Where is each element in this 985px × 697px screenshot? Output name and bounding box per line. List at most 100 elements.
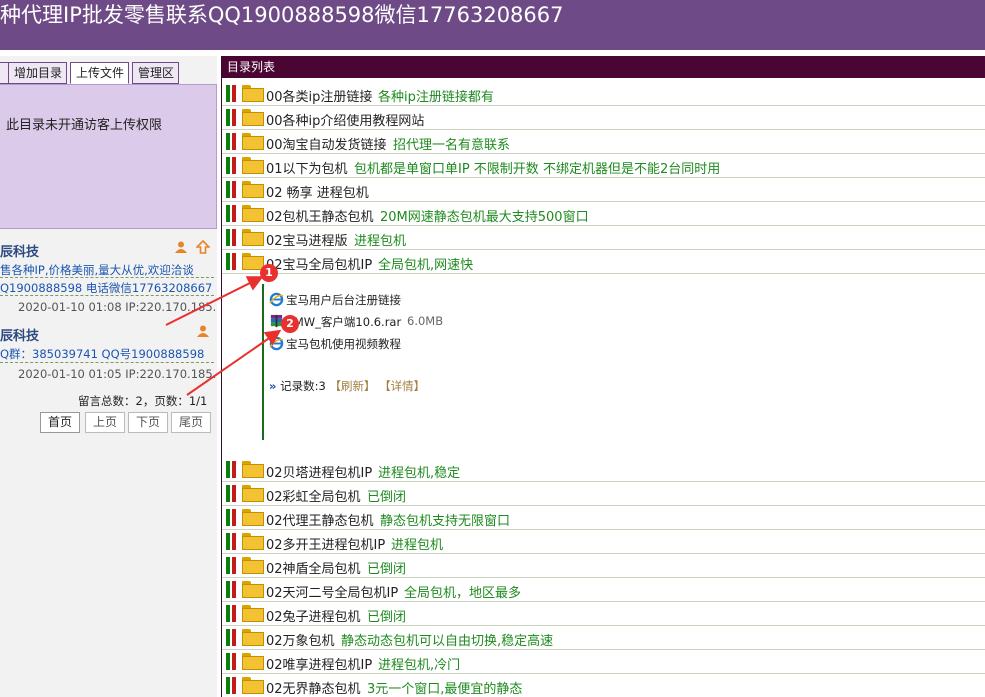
message-author: 辰科技 <box>0 245 40 260</box>
folder-row[interactable]: 00淘宝自动发货链接 招代理一名有意联系 <box>222 130 985 154</box>
folder-description: 各种ip注册链接都有 <box>378 90 494 105</box>
folder-icon[interactable] <box>242 485 264 502</box>
folder-name[interactable]: 00淘宝自动发货链接 <box>266 134 387 153</box>
folder-icon[interactable] <box>242 229 264 246</box>
folder-row[interactable]: 02包机王静态包机 20M网速静态包机最大支持500窗口 <box>222 202 985 226</box>
folder-row[interactable]: 02无界静态包机 3元一个窗口,最便宜的静态 <box>222 674 985 697</box>
folder-row[interactable]: 02宝马进程版 进程包机 <box>222 226 985 250</box>
folder-icon[interactable] <box>242 557 264 574</box>
detail-link[interactable]: 【详情】 <box>379 379 425 393</box>
tab-add-directory[interactable]: 增加目录 <box>8 62 67 84</box>
folder-row[interactable]: 02唯享进程包机IP 进程包机,冷门 <box>222 650 985 674</box>
folder-row[interactable]: 02天河二号全局包机IP 全局包机，地区最多 <box>222 578 985 602</box>
folder-name[interactable]: 02无界静态包机 <box>266 678 361 697</box>
folder-icon[interactable] <box>242 461 264 478</box>
upload-panel: 此目录未开通访客上传权限 <box>0 84 217 229</box>
folder-name[interactable]: 02贝塔进程包机IP <box>266 462 372 481</box>
folder-name[interactable]: 02天河二号全局包机IP <box>266 582 398 601</box>
arrow-up-icon[interactable] <box>196 240 210 254</box>
folder-name[interactable]: 02包机王静态包机 <box>266 206 374 225</box>
folder-icon[interactable] <box>242 157 264 174</box>
last-page-button[interactable]: 尾页 <box>171 412 211 433</box>
left-panel: 增加目录 上传文件 管理区 此目录未开通访客上传权限 辰科技 售各种IP,价格美… <box>0 56 217 697</box>
flag-icon <box>226 605 240 622</box>
file-name[interactable]: 宝马用户后台注册链接 <box>286 292 401 308</box>
next-page-button[interactable]: 下页 <box>128 412 168 433</box>
message-stats: 留言总数：2，页数：1/1 <box>78 394 208 408</box>
folder-icon[interactable] <box>242 533 264 550</box>
folder-row[interactable]: 02 畅享 进程包机 <box>222 178 985 202</box>
page-title: 种代理IP批发零售联系QQ1900888598微信17763208667 <box>0 3 564 27</box>
folder-icon[interactable] <box>242 605 264 622</box>
folder-name[interactable]: 02万象包机 <box>266 630 335 649</box>
directory-list-header: 目录列表 <box>222 56 985 78</box>
folder-icon[interactable] <box>242 581 264 598</box>
flag-icon <box>226 581 240 598</box>
message-text: Q1900888598 电话微信17763208667 <box>0 281 214 296</box>
folder-name[interactable]: 01以下为包机 <box>266 158 348 177</box>
user-icon[interactable] <box>196 324 210 338</box>
file-size: 6.0MB <box>407 314 444 328</box>
folder-icon[interactable] <box>242 85 264 102</box>
folder-description: 包机都是单窗口单IP 不限制开数 不绑定机器但是不能2台同时用 <box>354 162 721 177</box>
folder-icon[interactable] <box>242 653 264 670</box>
folder-row[interactable]: 02彩虹全局包机 已倒闭 <box>222 482 985 506</box>
first-page-button[interactable]: 首页 <box>40 412 80 433</box>
refresh-link[interactable]: 【刷新】 <box>329 379 375 393</box>
flag-icon <box>226 157 240 174</box>
record-count: 记录数:3 <box>280 379 326 393</box>
message-actions <box>170 240 210 257</box>
folder-name[interactable]: 02多开王进程包机IP <box>266 534 385 553</box>
folder-row[interactable]: 02万象包机 静态动态包机可以自由切换,稳定高速 <box>222 626 985 650</box>
prev-page-button[interactable]: 上页 <box>85 412 125 433</box>
folder-icon[interactable] <box>242 205 264 222</box>
flag-icon <box>226 85 240 102</box>
flag-icon <box>226 205 240 222</box>
file-name[interactable]: 宝马包机使用视频教程 <box>286 336 401 352</box>
folder-name[interactable]: 02兔子进程包机 <box>266 606 361 625</box>
file-name[interactable]: BMW_客户端10.6.rar <box>286 314 401 330</box>
flag-icon <box>226 677 240 694</box>
folder-name[interactable]: 02唯享进程包机IP <box>266 654 372 673</box>
folder-row[interactable]: 02多开王进程包机IP 进程包机 <box>222 530 985 554</box>
tree-line <box>262 284 264 440</box>
folder-row[interactable]: 02神盾全局包机 已倒闭 <box>222 554 985 578</box>
message-text: Q群：385039741 QQ号1900888598 <box>0 346 214 363</box>
tab-upload-file[interactable]: 上传文件 <box>70 62 129 84</box>
folder-row[interactable]: 01以下为包机 包机都是单窗口单IP 不限制开数 不绑定机器但是不能2台同时用 <box>222 154 985 178</box>
folder-name[interactable]: 02宝马全局包机IP <box>266 254 372 273</box>
folder-description: 已倒闭 <box>367 562 407 577</box>
flag-icon <box>226 653 240 670</box>
record-bar: » 记录数:3 【刷新】 【详情】 <box>269 378 425 394</box>
folder-name[interactable]: 02彩虹全局包机 <box>266 486 361 505</box>
folder-name[interactable]: 02 畅享 进程包机 <box>266 182 369 201</box>
folder-description: 进程包机 <box>354 234 407 249</box>
double-arrow-icon: » <box>269 379 277 393</box>
folder-name[interactable]: 02代理王静态包机 <box>266 510 374 529</box>
folder-row[interactable]: 02宝马全局包机IP 全局包机,网速快 <box>222 250 985 274</box>
message-timestamp: 2020-01-10 01:05 IP:220.170.185. <box>18 367 217 381</box>
annotation-marker: 1 <box>260 264 278 282</box>
folder-row[interactable]: 00各类ip注册链接 各种ip注册链接都有 <box>222 82 985 106</box>
tab-admin[interactable]: 管理区 <box>132 62 179 84</box>
user-icon[interactable] <box>174 240 188 254</box>
folder-icon[interactable] <box>242 109 264 126</box>
folder-row[interactable]: 02兔子进程包机 已倒闭 <box>222 602 985 626</box>
folder-name[interactable]: 02宝马进程版 <box>266 230 348 249</box>
folder-icon[interactable] <box>242 181 264 198</box>
folder-row[interactable]: 02代理王静态包机 静态包机支持无限窗口 <box>222 506 985 530</box>
flag-icon <box>226 229 240 246</box>
folder-name[interactable]: 00各种ip介绍使用教程网站 <box>266 110 424 129</box>
flag-icon <box>226 533 240 550</box>
flag-icon <box>226 485 240 502</box>
folder-icon[interactable] <box>242 677 264 694</box>
folder-description: 全局包机，地区最多 <box>404 586 522 601</box>
folder-row[interactable]: 00各种ip介绍使用教程网站 <box>222 106 985 130</box>
folder-row[interactable]: 02贝塔进程包机IP 进程包机,稳定 <box>222 458 985 482</box>
folder-icon[interactable] <box>242 509 264 526</box>
folder-icon[interactable] <box>242 133 264 150</box>
folder-name[interactable]: 00各类ip注册链接 <box>266 86 372 105</box>
folder-name[interactable]: 02神盾全局包机 <box>266 558 361 577</box>
flag-icon <box>226 509 240 526</box>
folder-icon[interactable] <box>242 629 264 646</box>
